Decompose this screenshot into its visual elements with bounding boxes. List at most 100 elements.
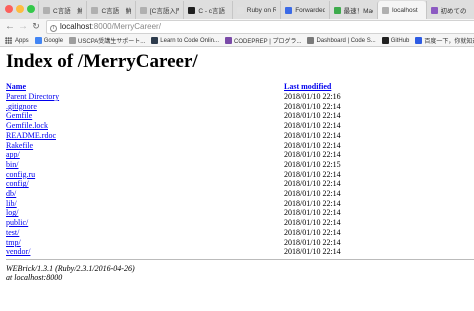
file-link[interactable]: vendor/ <box>6 247 30 256</box>
bookmark-item[interactable]: 百度一下，你就知道 <box>415 36 474 45</box>
file-link[interactable]: .gitignore <box>6 102 37 111</box>
globe-icon <box>307 37 315 44</box>
modified-date-cell: 2018/01/10 22:14 <box>284 237 341 247</box>
browser-toolbar: ← → ↻ i localhost:8000/MerryCareer/ <box>0 19 474 35</box>
modified-date-cell: 2018/01/10 22:14 <box>284 150 341 160</box>
modified-date-cell: 2018/01/10 22:16 <box>284 92 341 101</box>
file-name-cell: README.rdoc <box>6 131 284 141</box>
file-link[interactable]: log/ <box>6 208 18 217</box>
bookmark-label: Learn to Code Onlin... <box>160 37 219 44</box>
tab-list: C言語 鮮 C言語 鮮 [C言語入門 C - c言語 Ruby on R Forwarde… <box>38 1 474 19</box>
file-link[interactable]: bin/ <box>6 160 18 169</box>
table-row: bin/2018/01/10 22:15 <box>6 160 468 170</box>
modified-date-cell: 2018/01/10 22:14 <box>284 169 341 179</box>
github-icon <box>381 37 389 44</box>
file-link[interactable]: db/ <box>6 189 16 198</box>
browser-tab[interactable]: 最速！Mac <box>328 1 377 19</box>
file-name-cell: Gemfile <box>6 111 284 121</box>
tab-favicon-icon <box>188 6 196 14</box>
bookmark-item[interactable]: Learn to Code Onlin... <box>151 37 219 44</box>
reload-icon[interactable]: ↻ <box>30 20 42 33</box>
browser-tab[interactable]: [C言語入門 <box>134 1 183 19</box>
browser-tab[interactable]: C言語 鮮 <box>38 1 86 19</box>
file-link[interactable]: config.ru <box>6 170 35 179</box>
tab-label: Forwarded <box>295 6 325 14</box>
bookmark-label: USCPA受講生サポート... <box>78 39 146 45</box>
server-location: at localhost:8000 <box>6 272 63 282</box>
apps-grid-icon <box>5 37 12 44</box>
bookmark-item[interactable]: USCPA受講生サポート... <box>69 36 145 45</box>
bookmark-label: GitHub <box>390 37 410 44</box>
close-window-button[interactable] <box>5 5 13 13</box>
bookmark-item[interactable]: Dashboard | Code S... <box>307 37 376 44</box>
browser-tab[interactable]: Ruby on R <box>231 1 280 19</box>
bookmark-item[interactable]: GitHub <box>381 37 410 44</box>
file-name-cell: Rakefile <box>6 141 284 151</box>
bookmark-item[interactable]: Apps <box>5 37 29 44</box>
back-arrow-icon[interactable]: ← <box>4 20 16 33</box>
bookmark-item[interactable]: Google <box>34 37 63 44</box>
modified-date-cell: 2018/01/10 22:14 <box>284 208 341 218</box>
page-title: Index of /MerryCareer/ <box>6 51 198 72</box>
browser-tab[interactable]: C - c言語 <box>183 1 231 19</box>
file-link[interactable]: app/ <box>6 150 20 159</box>
tab-strip: C言語 鮮 C言語 鮮 [C言語入門 C - c言語 Ruby on R Forwarde… <box>0 0 474 19</box>
zoom-window-button[interactable] <box>27 5 35 13</box>
column-header-name[interactable]: Name <box>6 82 284 92</box>
tab-label: 初めての <box>440 8 467 15</box>
table-row: public/2018/01/10 22:14 <box>6 218 468 228</box>
file-link[interactable]: Gemfile.lock <box>6 121 48 130</box>
modified-date-cell: 2018/01/10 22:14 <box>284 140 341 150</box>
browser-tab[interactable]: localhost <box>377 1 426 19</box>
table-row: README.rdoc 2018/01/10 22:14 <box>6 131 468 141</box>
sort-by-name-link[interactable]: Name <box>6 82 26 91</box>
url-path: :8000/MerryCareer/ <box>91 22 161 31</box>
bookmark-item[interactable]: CODEPREP | プログラ... <box>224 36 301 45</box>
codecademy-icon <box>151 37 159 44</box>
directory-listing-page: Index of /MerryCareer/ Name Last modifie… <box>6 47 474 282</box>
browser-tab[interactable]: 初めての <box>425 1 474 19</box>
tab-favicon-icon <box>139 6 147 14</box>
table-row: config/2018/01/10 22:14 <box>6 179 468 189</box>
file-link[interactable]: Gemfile <box>6 111 32 120</box>
modified-date-cell: 2018/01/10 22:14 <box>284 101 341 111</box>
modified-date-cell: 2018/01/10 22:15 <box>284 159 341 169</box>
file-link[interactable]: config/ <box>6 179 29 188</box>
file-link[interactable]: README.rdoc <box>6 131 56 140</box>
tab-favicon-icon <box>43 6 50 14</box>
column-header-modified[interactable]: Last modified <box>284 82 468 92</box>
table-row: Gemfile.lock 2018/01/10 22:14 <box>6 121 468 131</box>
file-name-cell: tmp/ <box>6 238 284 248</box>
table-row: log/2018/01/10 22:14 <box>6 208 468 218</box>
browser-tab[interactable]: C言語 鮮 <box>86 1 134 19</box>
table-row: Gemfile 2018/01/10 22:14 <box>6 111 468 121</box>
forward-arrow-icon[interactable]: → <box>17 20 29 33</box>
address-bar[interactable]: i localhost:8000/MerryCareer/ <box>46 20 474 34</box>
info-icon[interactable]: i <box>50 25 57 32</box>
browser-tab[interactable]: Forwarded <box>280 1 328 19</box>
file-name-cell: db/ <box>6 189 284 199</box>
file-name-cell: app/ <box>6 150 284 160</box>
file-name-cell: test/ <box>6 228 284 238</box>
bookmark-label: Dashboard | Code S... <box>316 37 376 44</box>
file-link[interactable]: tmp/ <box>6 238 21 247</box>
file-link[interactable]: Parent Directory <box>6 92 59 101</box>
file-link[interactable]: lib/ <box>6 199 17 208</box>
tab-favicon-icon <box>430 6 438 14</box>
file-link[interactable]: test/ <box>6 228 19 237</box>
modified-date-cell: 2018/01/10 22:14 <box>284 198 341 208</box>
bookmarks-bar: Apps Google USCPA受講生サポート... Learn to Code O… <box>0 35 474 47</box>
file-name-cell: lib/ <box>6 199 284 209</box>
minimize-window-button[interactable] <box>16 5 24 13</box>
sort-by-modified-link[interactable]: Last modified <box>284 82 331 91</box>
footer-divider <box>6 258 474 260</box>
tab-label: [C言語入門 <box>149 8 180 15</box>
modified-date-cell: 2018/01/10 22:14 <box>284 247 341 257</box>
file-link[interactable]: Rakefile <box>6 141 33 150</box>
bookmark-label: Apps <box>15 37 29 44</box>
file-link[interactable]: public/ <box>6 218 28 227</box>
file-name-cell: Parent Directory <box>6 92 284 102</box>
url-host: localhost <box>60 22 92 31</box>
tab-favicon-icon <box>91 6 99 14</box>
server-version: WEBrick/1.3.1 (Ruby/2.3.1/2016-04-26) <box>6 263 135 273</box>
